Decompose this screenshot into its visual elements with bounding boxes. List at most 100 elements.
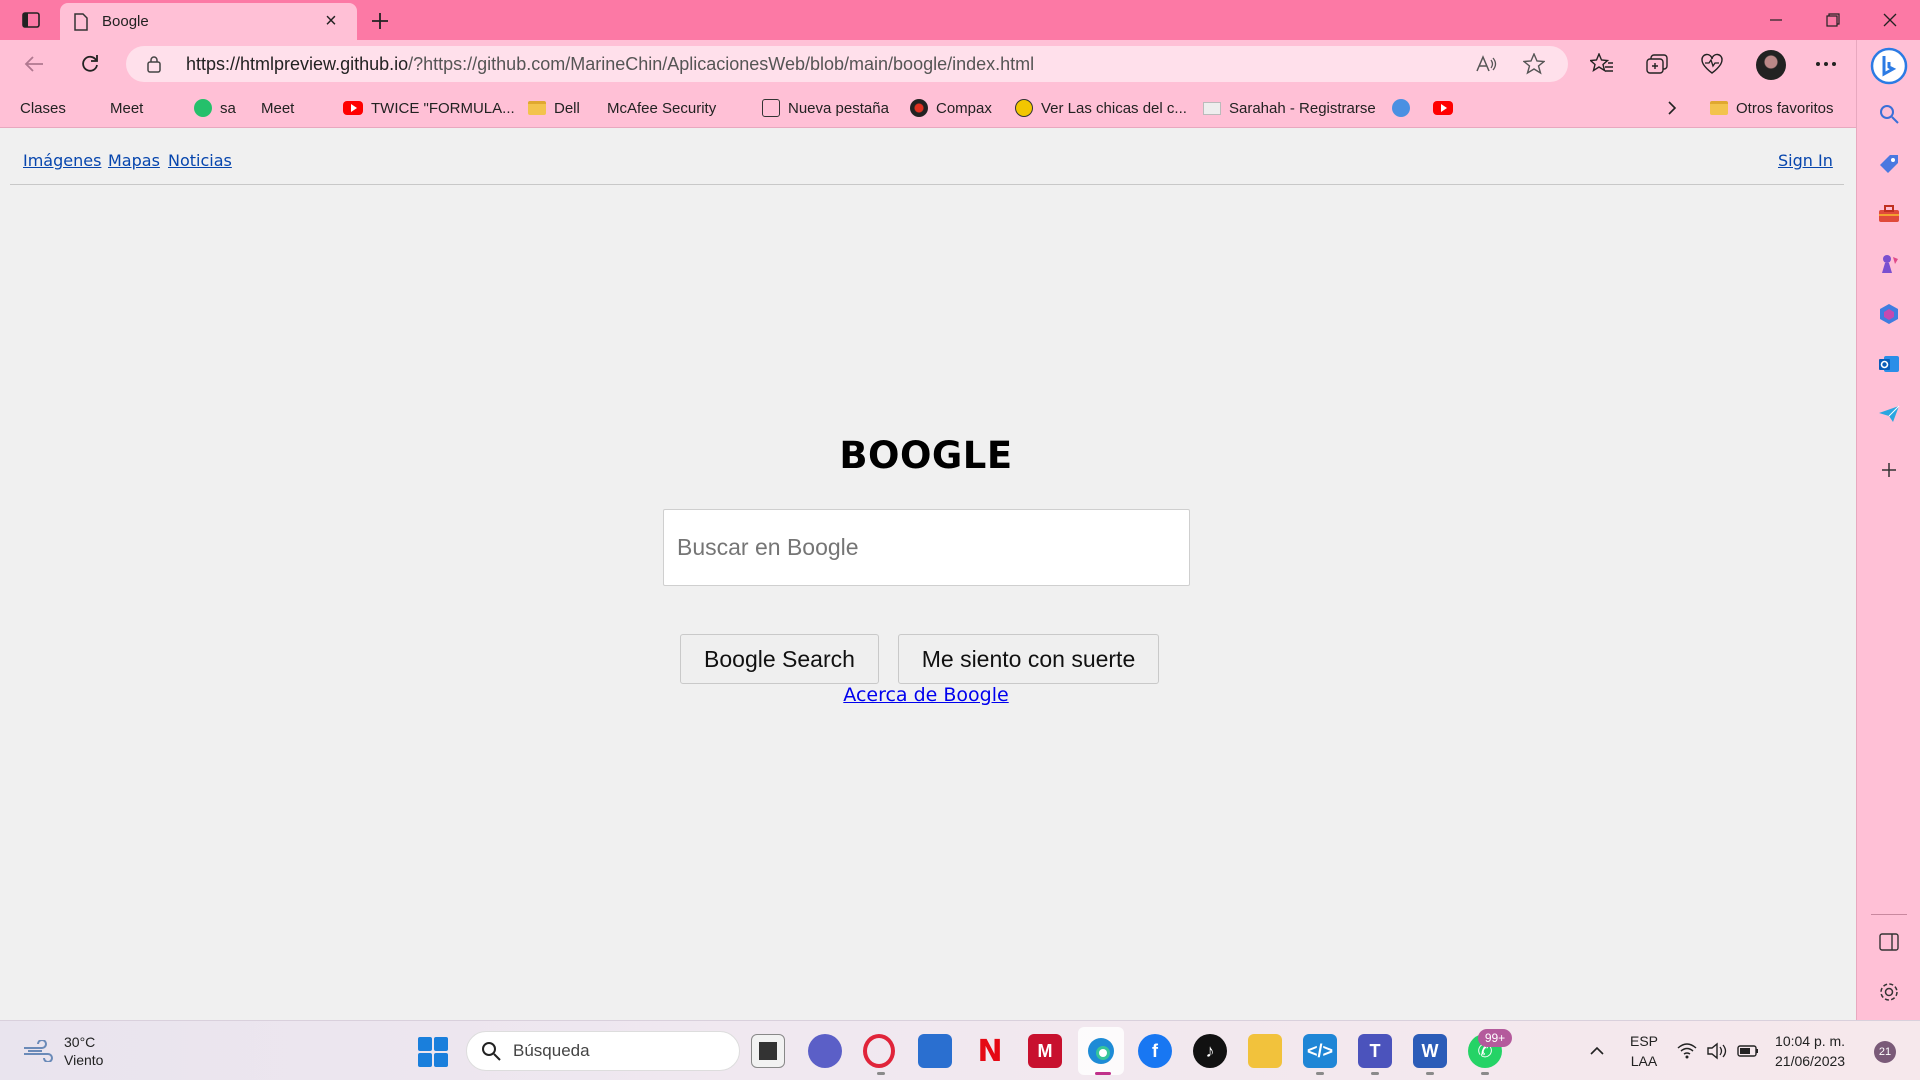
maps-link[interactable]: Mapas: [108, 151, 160, 170]
task-view-icon[interactable]: [751, 1034, 785, 1068]
search-box[interactable]: [663, 509, 1190, 586]
favorite-item[interactable]: [1433, 96, 1453, 120]
sidebar-add-button[interactable]: [1873, 454, 1905, 486]
back-button[interactable]: [16, 48, 52, 80]
search-button[interactable]: Boogle Search: [680, 634, 879, 684]
read-aloud-button[interactable]: [1472, 52, 1500, 76]
favorite-item[interactable]: TWICE "FORMULA...: [343, 96, 515, 120]
sidebar-drop-button[interactable]: [1873, 398, 1905, 430]
show-hidden-icons-button[interactable]: [1580, 1034, 1614, 1068]
running-indicator: [877, 1072, 885, 1075]
close-window-button[interactable]: [1862, 0, 1918, 40]
mcafee-icon[interactable]: M: [1028, 1034, 1062, 1068]
opera-icon[interactable]: [863, 1034, 895, 1068]
new-tab-button[interactable]: [365, 6, 395, 36]
favorite-item[interactable]: Meet: [110, 96, 143, 242]
close-icon: [1883, 13, 1897, 27]
language-indicator[interactable]: ESP LAA: [1630, 1031, 1658, 1071]
netflix-icon[interactable]: N: [973, 1034, 1007, 1069]
bing-chat-button[interactable]: [1869, 46, 1909, 86]
minimize-button[interactable]: [1748, 0, 1804, 40]
heart-pulse-icon: [1701, 53, 1723, 74]
word-icon[interactable]: W: [1413, 1034, 1447, 1068]
favorite-item[interactable]: Compax: [910, 96, 992, 120]
sidebar-games-button[interactable]: [1873, 248, 1905, 280]
favorite-label: Clases: [20, 99, 66, 117]
star-icon: [1523, 53, 1545, 75]
favorite-item[interactable]: sa: [194, 96, 236, 120]
news-link[interactable]: Noticias: [168, 151, 232, 170]
about-link[interactable]: Acerca de Boogle: [843, 684, 1008, 706]
favorite-item[interactable]: Meet: [261, 96, 294, 242]
vscode-icon[interactable]: </>: [1303, 1034, 1337, 1068]
start-button[interactable]: [418, 1037, 448, 1067]
taskbar-search-label: Búsqueda: [513, 1041, 590, 1060]
favorite-item[interactable]: McAfee Security: [607, 96, 717, 242]
edge-logo-icon: [1088, 1038, 1114, 1064]
address-bar[interactable]: https://htmlpreview.github.io/?https://g…: [126, 46, 1568, 82]
favorites-button[interactable]: [1586, 50, 1618, 78]
system-tray-status[interactable]: [1674, 1034, 1766, 1068]
tiktok-icon[interactable]: ♪: [1193, 1034, 1227, 1068]
hide-sidebar-button[interactable]: [1873, 926, 1905, 958]
browser-essentials-button[interactable]: [1696, 50, 1728, 78]
clock[interactable]: 10:04 p. m. 21/06/2023: [1775, 1031, 1845, 1071]
favorite-item[interactable]: [1392, 96, 1410, 120]
favorite-item[interactable]: Ver Las chicas del c...: [1015, 96, 1187, 120]
keyboard-layout: LAA: [1630, 1053, 1658, 1069]
favorite-item[interactable]: Clases: [20, 96, 66, 242]
favorite-item[interactable]: Nueva pestaña: [762, 96, 889, 120]
sidebar-outlook-button[interactable]: [1873, 348, 1905, 380]
tab-actions-button[interactable]: [14, 8, 48, 32]
sign-in-link[interactable]: Sign In: [1778, 151, 1833, 170]
facebook-icon[interactable]: f: [1138, 1034, 1172, 1068]
taskbar-search[interactable]: Búsqueda: [466, 1031, 740, 1071]
other-favorites[interactable]: Otros favoritos: [1710, 96, 1834, 120]
notification-badge[interactable]: 21: [1874, 1041, 1896, 1063]
search-input[interactable]: [664, 510, 1189, 585]
sidebar-search-button[interactable]: [1873, 98, 1905, 130]
lucky-button[interactable]: Me siento con suerte: [898, 634, 1159, 684]
restore-button[interactable]: [1805, 0, 1861, 40]
more-favorites-button[interactable]: [1666, 96, 1678, 120]
toolbox-icon: [1879, 205, 1899, 222]
refresh-button[interactable]: [72, 48, 108, 80]
teams-chat-icon[interactable]: [808, 1034, 842, 1068]
settings-more-button[interactable]: [1810, 50, 1842, 78]
images-link[interactable]: Imágenes: [23, 151, 101, 170]
weather-widget[interactable]: 30°C Viento: [22, 1033, 103, 1069]
tab-bar: Boogle ×: [0, 0, 1920, 40]
collections-button[interactable]: [1641, 50, 1673, 78]
sidebar-tools-button[interactable]: [1873, 198, 1905, 230]
compax-icon: [910, 99, 928, 117]
tab-actions-icon: [22, 12, 40, 28]
sidebar-shopping-button[interactable]: [1873, 148, 1905, 180]
favorites-star-icon: [1590, 53, 1613, 73]
favorite-label: McAfee Security: [607, 99, 717, 117]
file-explorer-icon[interactable]: [1248, 1034, 1282, 1068]
teams-icon[interactable]: T: [1358, 1034, 1392, 1068]
favorite-star-button[interactable]: [1520, 52, 1548, 76]
video-play-icon: [1392, 99, 1410, 117]
close-tab-icon[interactable]: ×: [319, 10, 343, 34]
active-tab[interactable]: Boogle ×: [60, 3, 357, 40]
lock-icon: [147, 56, 161, 73]
microsoft-store-icon[interactable]: [918, 1034, 952, 1068]
favorite-item[interactable]: Sarahah - Registrarse: [1203, 96, 1376, 120]
weather-text: 30°C Viento: [64, 1033, 103, 1069]
web-page: Imágenes Mapas Noticias Sign In BOOGLE B…: [0, 129, 1855, 1020]
bing-icon: [1870, 47, 1908, 85]
page-icon: [74, 12, 88, 31]
profile-avatar[interactable]: [1756, 50, 1786, 80]
read-aloud-icon: [1476, 55, 1497, 72]
back-arrow-icon: [24, 56, 43, 72]
favorite-item[interactable]: Dell: [528, 96, 580, 120]
whatsapp-badge: 99+: [1478, 1029, 1512, 1047]
favorite-label: sa: [220, 99, 236, 117]
collections-icon: [1646, 54, 1668, 74]
sidebar-office-button[interactable]: [1873, 298, 1905, 330]
edge-icon[interactable]: [1078, 1027, 1124, 1075]
running-indicator: [1426, 1072, 1434, 1075]
sidebar-settings-button[interactable]: [1873, 976, 1905, 1008]
refresh-icon: [82, 55, 98, 72]
